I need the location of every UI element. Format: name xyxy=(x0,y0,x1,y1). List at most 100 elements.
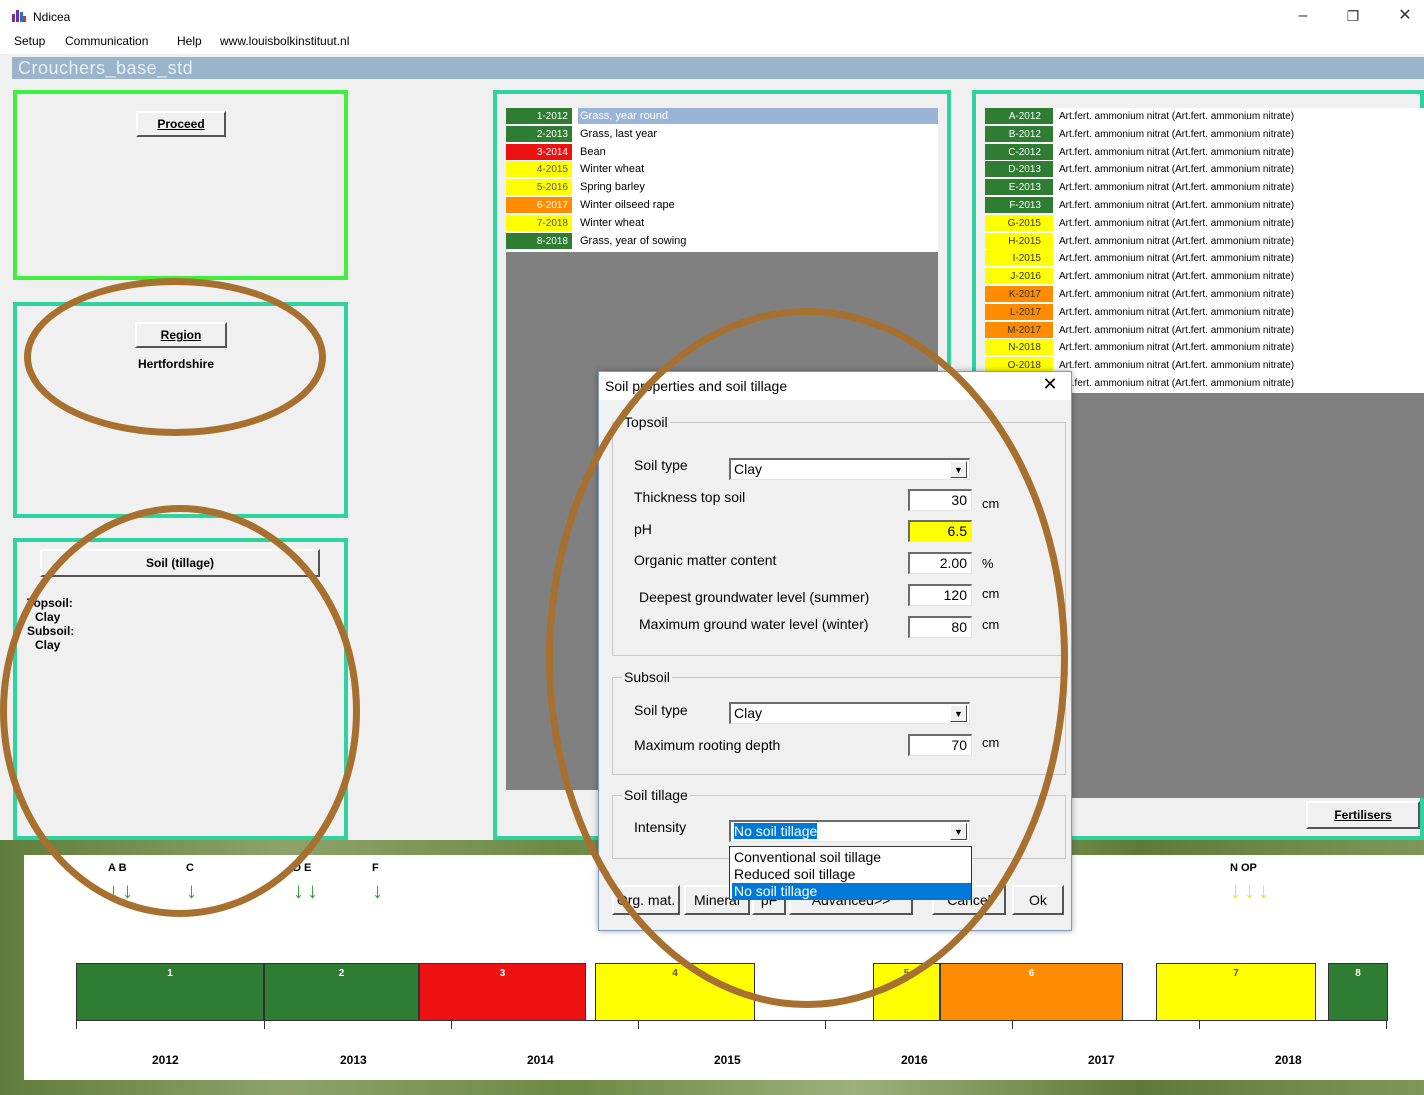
fertiliser-name: Art.fert. ammonium nitrat (Art.fert. amm… xyxy=(1059,289,1295,300)
fertiliser-code: E-2013 xyxy=(985,179,1053,196)
fertiliser-code: K-2017 xyxy=(985,286,1053,302)
proceed-button[interactable]: Proceed xyxy=(136,111,226,137)
fertiliser-row[interactable]: F-2013 Art.fert. ammonium nitrat (Art.fer… xyxy=(985,197,1424,214)
fertiliser-code: M-2017 xyxy=(985,321,1053,338)
crop-name: Winter wheat xyxy=(580,216,645,229)
timeline-year-label: 2016 xyxy=(901,1053,928,1067)
crop-code: 4-2015 xyxy=(506,161,572,178)
timeline-tick xyxy=(451,1021,452,1029)
fertiliser-name: Art.fert. ammonium nitrat (Art.fert. amm… xyxy=(1059,253,1295,265)
crop-code: 8-2018 xyxy=(506,232,572,249)
dialog-close-icon[interactable]: ✕ xyxy=(1038,374,1062,395)
menu-communication[interactable]: Communication xyxy=(65,34,148,48)
timeline-year-label: 2018 xyxy=(1275,1053,1302,1067)
fertiliser-name: Art.fert. ammonium nitrat (Art.fert. amm… xyxy=(1059,235,1295,247)
app-icon xyxy=(12,10,26,22)
fertiliser-list[interactable]: A-2012 Art.fert. ammonium nitrat (Art.fer… xyxy=(985,108,1424,393)
fertiliser-code: C-2012 xyxy=(985,143,1053,160)
crop-code: 6-2017 xyxy=(506,197,572,213)
maximize-icon[interactable]: ❐ xyxy=(1338,6,1368,26)
fertiliser-arrow-label: F xyxy=(372,862,379,874)
crop-bar[interactable]: 7 xyxy=(1156,963,1316,1021)
fertiliser-name: Art.fert. ammonium nitrat (Art.fert. amm… xyxy=(1059,360,1295,372)
timeline-year-label: 2017 xyxy=(1088,1053,1115,1067)
fertiliser-name: Art.fert. ammonium nitrat (Art.fert. amm… xyxy=(1059,146,1295,158)
crop-list[interactable]: 1-2012 Grass, year round 2-2013 Grass, last… xyxy=(506,108,938,252)
fertiliser-code: H-2015 xyxy=(985,232,1053,249)
fertiliser-row[interactable]: G-2015 Art.fert. ammonium nitrat (Art.fer… xyxy=(985,214,1424,232)
fertiliser-code: L-2017 xyxy=(985,303,1053,320)
fertiliser-row[interactable]: B-2012 Art.fert. ammonium nitrat (Art.fer… xyxy=(985,125,1424,143)
crop-row[interactable]: 8-2018 Grass, year of sowing xyxy=(506,232,936,250)
fertiliser-arrow-icon[interactable]: ↓ xyxy=(1230,880,1241,902)
timeline-year-label: 2014 xyxy=(527,1053,554,1067)
crop-code: 3-2014 xyxy=(506,143,572,160)
menu-setup[interactable]: Setup xyxy=(14,34,45,48)
crop-name: Grass, year round xyxy=(578,108,938,124)
fertiliser-row[interactable]: K-2017 Art.fert. ammonium nitrat (Art.fer… xyxy=(985,286,1424,303)
timeline-tick xyxy=(264,1021,265,1029)
timeline-year-label: 2015 xyxy=(714,1053,741,1067)
annotation-ellipse-dialog xyxy=(546,308,1068,1008)
crop-code: 7-2018 xyxy=(506,214,572,231)
fertiliser-row[interactable]: H-2015 Art.fert. ammonium nitrat (Art.fer… xyxy=(985,232,1424,250)
fertiliser-name: Art.fert. ammonium nitrat (Art.fert. amm… xyxy=(1059,217,1295,229)
fertiliser-arrow-label: N OP xyxy=(1230,862,1257,874)
fertiliser-code: G-2015 xyxy=(985,214,1053,231)
fertiliser-name: Art.fert. ammonium nitrat (Art.fert. amm… xyxy=(1059,306,1295,318)
fertiliser-arrow-icon[interactable]: ↓ xyxy=(1244,880,1255,902)
timeline-tick xyxy=(1199,1021,1200,1029)
fertiliser-row[interactable]: N-2018 Art.fert. ammonium nitrat (Art.fer… xyxy=(985,339,1424,356)
scenario-bar xyxy=(12,57,1424,79)
fertiliser-code: I-2015 xyxy=(985,250,1053,267)
timeline-year-label: 2013 xyxy=(340,1053,367,1067)
fertiliser-arrow-icon[interactable]: ↓ xyxy=(293,880,304,902)
fertiliser-arrow-icon[interactable]: ↓ xyxy=(1258,880,1269,902)
crop-name: Grass, year of sowing xyxy=(580,234,687,247)
ok-button[interactable]: Ok xyxy=(1012,885,1064,915)
timeline-tick xyxy=(1386,1021,1387,1029)
crop-code: 2-2013 xyxy=(506,125,572,142)
window-title: Ndicea xyxy=(33,10,71,24)
menu-help[interactable]: Help xyxy=(177,34,202,48)
fertiliser-name: Art.fert. ammonium nitrat (Art.fert. amm… xyxy=(1059,200,1295,211)
fertiliser-row[interactable]: M-2017 Art.fert. ammonium nitrat (Art.fer… xyxy=(985,321,1424,339)
fertiliser-arrow-icon[interactable]: ↓ xyxy=(307,880,318,902)
fertiliser-code: J-2016 xyxy=(985,268,1053,285)
fertilisers-button[interactable]: Fertilisers xyxy=(1306,801,1420,829)
fertiliser-code: A-2012 xyxy=(985,108,1053,124)
crop-bar[interactable]: 3 xyxy=(419,963,586,1021)
menu-website[interactable]: www.louisbolkinstituut.nl xyxy=(220,34,349,48)
crop-row[interactable]: 1-2012 Grass, year round xyxy=(506,108,938,125)
fertiliser-arrow-icon[interactable]: ↓ xyxy=(372,880,383,902)
fertiliser-row[interactable]: L-2017 Art.fert. ammonium nitrat (Art.fer… xyxy=(985,303,1424,321)
fertiliser-row[interactable]: D-2013 Art.fert. ammonium nitrat (Art.fer… xyxy=(985,161,1424,178)
crop-bar[interactable]: 8 xyxy=(1328,963,1388,1021)
crop-bar[interactable]: 1 xyxy=(76,963,264,1021)
crop-row[interactable]: 2-2013 Grass, last year xyxy=(506,125,936,143)
crop-row[interactable]: 4-2015 Winter wheat xyxy=(506,161,936,178)
crop-row[interactable]: 6-2017 Winter oilseed rape xyxy=(506,197,936,214)
fertiliser-code: F-2013 xyxy=(985,197,1053,213)
crop-name: Bean xyxy=(580,145,606,158)
crop-row[interactable]: 5-2016 Spring barley xyxy=(506,179,936,196)
fertiliser-name: Art.fert. ammonium nitrat (Art.fert. amm… xyxy=(1059,324,1295,336)
close-icon[interactable]: ✕ xyxy=(1390,6,1420,26)
crop-row[interactable]: 3-2014 Bean xyxy=(506,143,936,161)
fertiliser-row[interactable]: E-2013 Art.fert. ammonium nitrat (Art.fer… xyxy=(985,179,1424,196)
scenario-title: Crouchers_base_std xyxy=(18,58,194,78)
minimize-icon[interactable]: – xyxy=(1288,6,1318,26)
timeline-tick xyxy=(1012,1021,1013,1029)
fertiliser-code: N-2018 xyxy=(985,339,1053,356)
timeline-year-label: 2012 xyxy=(152,1053,179,1067)
fertiliser-name: Art.fert. ammonium nitrat (Art.fert. amm… xyxy=(1059,271,1295,283)
fertiliser-row[interactable]: I-2015 Art.fert. ammonium nitrat (Art.fer… xyxy=(985,250,1424,267)
fertiliser-row[interactable]: J-2016 Art.fert. ammonium nitrat (Art.fer… xyxy=(985,268,1424,285)
fertiliser-name: Art.fert. ammonium nitrat (Art.fert. amm… xyxy=(1059,128,1295,140)
crop-bar[interactable]: 6 xyxy=(940,963,1123,1021)
crop-bar[interactable]: 2 xyxy=(264,963,419,1021)
timeline-tick xyxy=(76,1021,77,1029)
crop-row[interactable]: 7-2018 Winter wheat xyxy=(506,214,936,232)
fertiliser-row[interactable]: C-2012 Art.fert. ammonium nitrat (Art.fer… xyxy=(985,143,1424,161)
fertiliser-row[interactable]: A-2012 Art.fert. ammonium nitrat (Art.fer… xyxy=(985,108,1424,125)
